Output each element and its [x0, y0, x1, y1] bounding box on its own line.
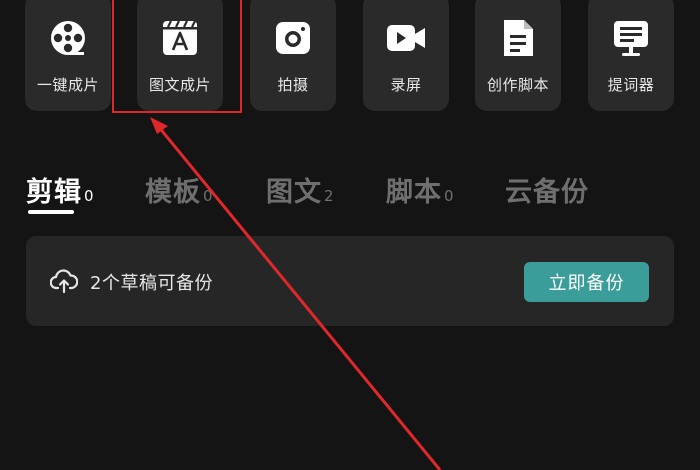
tab-label: 图文 — [266, 177, 322, 208]
tab-count: 0 — [84, 187, 94, 205]
tool-shoot[interactable]: 拍摄 — [250, 0, 336, 111]
tool-screen-record[interactable]: 录屏 — [363, 0, 449, 111]
tab-label: 模板 — [145, 177, 201, 208]
tool-creative-script[interactable]: 创作脚本 — [475, 0, 561, 111]
quick-tools-row: 一键成片 图文成片 拍摄 录屏 创作脚本 提词器 — [0, 0, 700, 113]
tab-count: 2 — [324, 187, 334, 205]
tab-template[interactable]: 模板 0 — [145, 170, 213, 209]
tab-cloud-backup[interactable]: 云备份 — [505, 170, 589, 209]
tool-label: 提词器 — [607, 76, 655, 94]
tab-label: 剪辑 — [26, 177, 82, 208]
backup-now-button[interactable]: 立即备份 — [524, 262, 649, 302]
tab-image-text[interactable]: 图文 2 — [266, 170, 334, 209]
backup-message: 2个草稿可备份 — [90, 273, 213, 294]
tool-one-click-video[interactable]: 一键成片 — [25, 0, 111, 111]
tab-count: 0 — [203, 187, 213, 205]
backup-card: 2个草稿可备份 立即备份 — [26, 236, 674, 326]
tab-label: 云备份 — [505, 177, 589, 208]
cloud-upload-icon — [49, 268, 79, 294]
film-reel-icon — [46, 16, 90, 60]
script-document-icon — [496, 16, 540, 60]
tab-script[interactable]: 脚本 0 — [386, 170, 454, 209]
app-screen: 一键成片 图文成片 拍摄 录屏 创作脚本 提词器 剪辑 0 模板 0 图文 2 … — [0, 0, 700, 470]
tool-teleprompter[interactable]: 提词器 — [588, 0, 674, 111]
tool-label: 创作脚本 — [486, 76, 549, 94]
tab-label: 脚本 — [386, 177, 442, 208]
tool-label: 录屏 — [390, 76, 422, 94]
active-tab-indicator — [28, 210, 74, 214]
teleprompter-icon — [609, 16, 653, 60]
tool-label: 一键成片 — [36, 76, 99, 94]
annotation-highlight-box — [112, 0, 242, 113]
tab-count: 0 — [444, 187, 454, 205]
screen-record-icon — [384, 16, 428, 60]
tool-label: 拍摄 — [277, 76, 309, 94]
tabs-fade-overlay — [580, 160, 700, 220]
camera-icon — [271, 16, 315, 60]
tab-edit[interactable]: 剪辑 0 — [26, 170, 94, 209]
